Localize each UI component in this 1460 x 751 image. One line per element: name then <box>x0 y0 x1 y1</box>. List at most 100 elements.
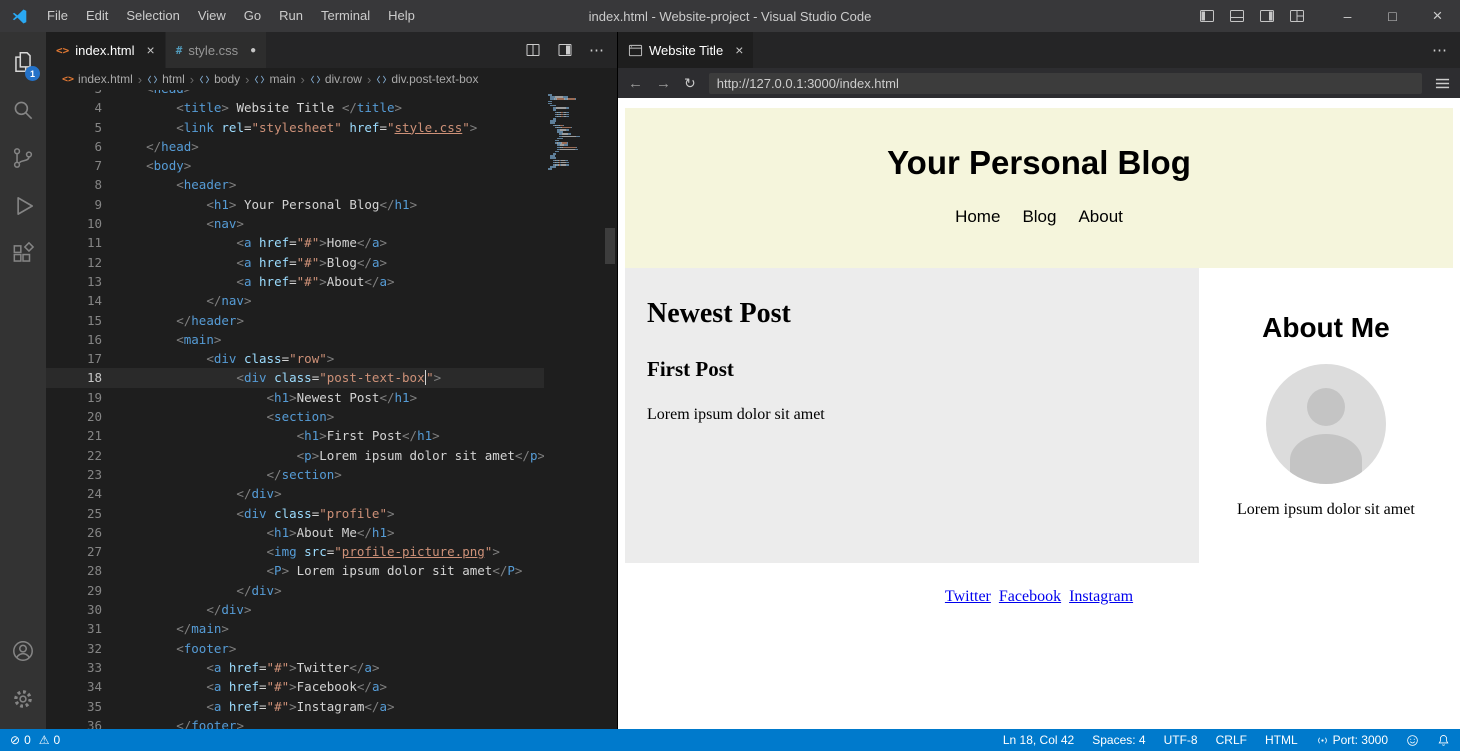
forward-icon[interactable]: → <box>656 75 671 92</box>
code-line-34[interactable]: 34 <a href="#">Facebook</a> <box>46 677 544 696</box>
toggle-secondary-sidebar-icon[interactable] <box>1259 8 1275 24</box>
code-line-21[interactable]: 21 <h1>First Post</h1> <box>46 426 544 445</box>
post-body-text: Lorem ipsum dolor sit amet <box>647 406 1177 424</box>
menu-help[interactable]: Help <box>379 0 424 32</box>
code-line-13[interactable]: 13 <a href="#">About</a> <box>46 272 544 291</box>
account-icon[interactable] <box>0 627 46 675</box>
code-line-14[interactable]: 14 </nav> <box>46 291 544 310</box>
live-server-port[interactable]: Port: 3000 <box>1316 733 1388 747</box>
code-line-36[interactable]: 36 </footer> <box>46 716 544 729</box>
code-line-20[interactable]: 20 <section> <box>46 407 544 426</box>
nav-link-blog[interactable]: Blog <box>1022 207 1056 227</box>
more-actions-icon[interactable]: ⋯ <box>589 41 605 59</box>
split-editor-icon[interactable] <box>525 42 541 58</box>
footer-link-twitter[interactable]: Twitter <box>945 588 991 605</box>
menu-selection[interactable]: Selection <box>117 0 188 32</box>
menu-run[interactable]: Run <box>270 0 312 32</box>
code-line-4[interactable]: 4 <title> Website Title </title> <box>46 98 544 117</box>
back-icon[interactable]: ← <box>628 75 643 92</box>
code-line-5[interactable]: 5 <link rel="stylesheet" href="style.css… <box>46 118 544 137</box>
code-line-3[interactable]: 3 <head> <box>46 90 544 98</box>
customize-layout-icon[interactable] <box>1289 8 1305 24</box>
code-line-28[interactable]: 28 <P> Lorem ipsum dolor sit amet</P> <box>46 561 544 580</box>
more-actions-icon[interactable]: ⋯ <box>1432 41 1448 59</box>
settings-gear-icon[interactable] <box>0 675 46 723</box>
breadcrumb-main[interactable]: main <box>254 72 295 86</box>
code-line-7[interactable]: 7 <body> <box>46 156 544 175</box>
nav-link-home[interactable]: Home <box>955 207 1000 227</box>
code-line-22[interactable]: 22 <p>Lorem ipsum dolor sit amet</p> <box>46 446 544 465</box>
tab-index-html[interactable]: <> index.html × <box>46 32 166 68</box>
code-line-27[interactable]: 27 <img src="profile-picture.png"> <box>46 542 544 561</box>
code-line-32[interactable]: 32 <footer> <box>46 639 544 658</box>
close-tab-icon[interactable]: × <box>147 42 155 58</box>
code-line-25[interactable]: 25 <div class="profile"> <box>46 504 544 523</box>
code-line-6[interactable]: 6 </head> <box>46 137 544 156</box>
toggle-sidebar-icon[interactable] <box>1199 8 1215 24</box>
breadcrumb-body[interactable]: body <box>199 72 240 86</box>
toggle-panel-icon[interactable] <box>1229 8 1245 24</box>
editor-layout-icon[interactable] <box>557 42 573 58</box>
feedback-icon[interactable] <box>1406 734 1419 747</box>
breadcrumb-html[interactable]: html <box>147 72 185 86</box>
breadcrumb-div-post-text-box[interactable]: div.post-text-box <box>376 72 478 86</box>
menu-view[interactable]: View <box>189 0 235 32</box>
code-line-26[interactable]: 26 <h1>About Me</h1> <box>46 523 544 542</box>
maximize-button[interactable]: □ <box>1370 0 1415 32</box>
source-control-icon[interactable] <box>0 134 46 182</box>
html-file-icon: <> <box>62 74 74 85</box>
eol-setting[interactable]: CRLF <box>1216 733 1247 747</box>
breadcrumb-file[interactable]: <> index.html <box>62 72 133 86</box>
code-line-10[interactable]: 10 <nav> <box>46 214 544 233</box>
code-line-9[interactable]: 9 <h1> Your Personal Blog</h1> <box>46 195 544 214</box>
encoding-setting[interactable]: UTF-8 <box>1164 733 1198 747</box>
code-line-33[interactable]: 33 <a href="#">Twitter</a> <box>46 658 544 677</box>
menu-go[interactable]: Go <box>235 0 270 32</box>
minimap[interactable] <box>546 94 603 171</box>
minimize-button[interactable]: – <box>1325 0 1370 32</box>
symbol-element-icon <box>199 74 210 85</box>
reload-icon[interactable]: ↻ <box>684 75 696 92</box>
code-lines: 3 <head>4 <title> Website Title </title>… <box>46 90 544 729</box>
code-line-31[interactable]: 31 </main> <box>46 619 544 638</box>
menu-file[interactable]: File <box>38 0 77 32</box>
code-line-35[interactable]: 35 <a href="#">Instagram</a> <box>46 697 544 716</box>
code-line-18[interactable]: 18 <div class="post-text-box"> <box>46 368 544 387</box>
tab-style-css[interactable]: # style.css ● <box>166 32 268 68</box>
menu-terminal[interactable]: Terminal <box>312 0 379 32</box>
code-line-11[interactable]: 11 <a href="#">Home</a> <box>46 233 544 252</box>
indentation-setting[interactable]: Spaces: 4 <box>1092 733 1145 747</box>
code-line-29[interactable]: 29 </div> <box>46 581 544 600</box>
tab-website-title[interactable]: Website Title × <box>618 32 754 68</box>
footer-link-instagram[interactable]: Instagram <box>1069 588 1133 605</box>
url-input[interactable]: http://127.0.0.1:3000/index.html <box>709 73 1422 94</box>
explorer-icon[interactable]: 1 <box>0 38 46 86</box>
code-line-12[interactable]: 12 <a href="#">Blog</a> <box>46 253 544 272</box>
search-icon[interactable] <box>0 86 46 134</box>
code-line-15[interactable]: 15 </header> <box>46 311 544 330</box>
language-mode[interactable]: HTML <box>1265 733 1298 747</box>
code-line-19[interactable]: 19 <h1>Newest Post</h1> <box>46 388 544 407</box>
code-line-17[interactable]: 17 <div class="row"> <box>46 349 544 368</box>
code-line-24[interactable]: 24 </div> <box>46 484 544 503</box>
code-line-8[interactable]: 8 <header> <box>46 175 544 194</box>
nav-link-about[interactable]: About <box>1078 207 1122 227</box>
editor-tab-bar: <> index.html × # style.css ● ⋯ <box>46 32 617 68</box>
code-line-16[interactable]: 16 <main> <box>46 330 544 349</box>
menu-edit[interactable]: Edit <box>77 0 117 32</box>
breadcrumb-div-row[interactable]: div.row <box>310 72 362 86</box>
run-debug-icon[interactable] <box>0 182 46 230</box>
notifications-bell-icon[interactable] <box>1437 734 1450 747</box>
extensions-icon[interactable] <box>0 230 46 278</box>
code-line-23[interactable]: 23 </section> <box>46 465 544 484</box>
footer-link-facebook[interactable]: Facebook <box>999 588 1061 605</box>
editor-scrollbar[interactable] <box>605 228 615 264</box>
problems-indicator[interactable]: ⊘ 0 ⚠ 0 <box>10 733 60 747</box>
cursor-position[interactable]: Ln 18, Col 42 <box>1003 733 1074 747</box>
line-number: 34 <box>46 677 116 696</box>
close-window-button[interactable]: × <box>1415 0 1460 32</box>
close-tab-icon[interactable]: × <box>735 42 743 58</box>
code-editor[interactable]: 3 <head>4 <title> Website Title </title>… <box>46 90 617 729</box>
code-line-30[interactable]: 30 </div> <box>46 600 544 619</box>
browser-menu-icon[interactable] <box>1435 76 1450 91</box>
